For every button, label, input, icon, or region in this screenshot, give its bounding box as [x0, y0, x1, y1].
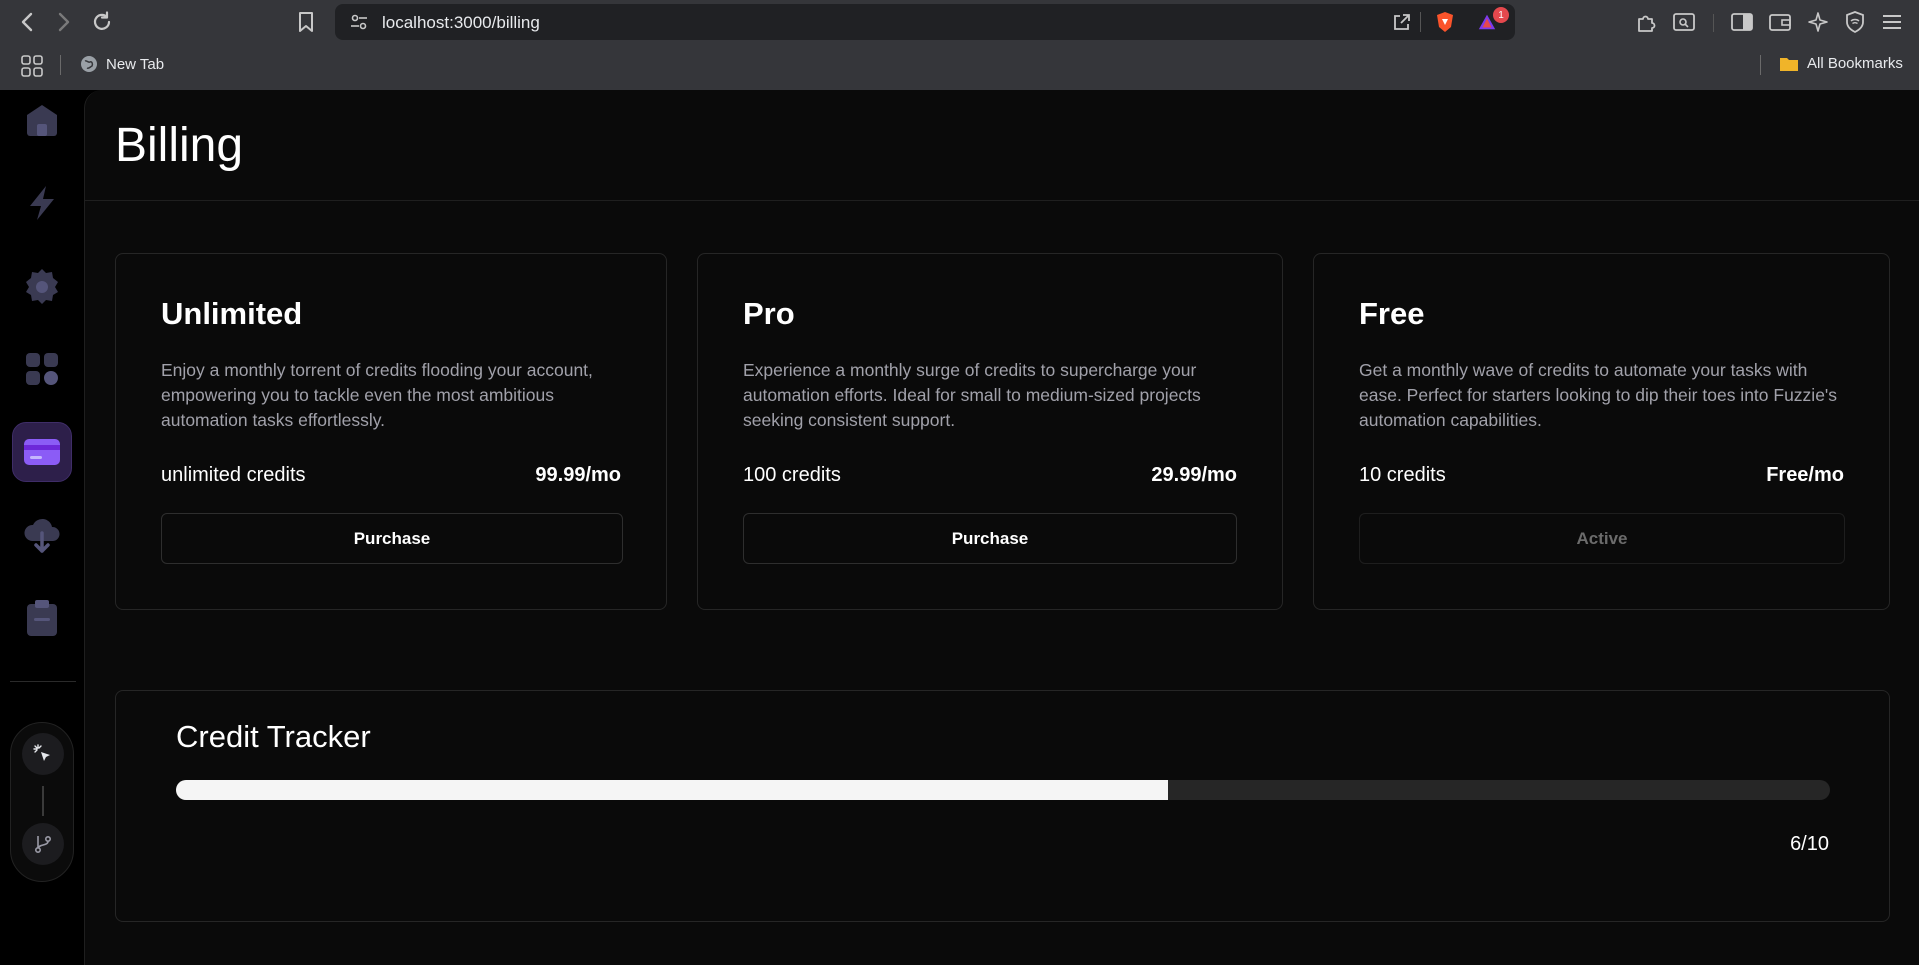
folder-icon: [1780, 57, 1798, 71]
sidebar-divider: [10, 681, 76, 682]
gear-icon: [26, 269, 58, 304]
bookmark-icon[interactable]: [294, 10, 318, 34]
plan-title: Unlimited: [161, 296, 303, 331]
sidebar-item-connections[interactable]: [12, 339, 72, 399]
bookmark-new-tab-label: New Tab: [106, 55, 165, 73]
plan-description: Experience a monthly surge of credits to…: [743, 360, 1201, 430]
sidebar: [0, 90, 84, 882]
credit-progress-bar: [176, 780, 1830, 800]
sidebar-toggle-icon[interactable]: [1730, 10, 1754, 34]
plan-description: Enjoy a monthly torrent of credits flood…: [161, 360, 593, 430]
plan-card-unlimited: Unlimited Enjoy a monthly torrent of cre…: [115, 253, 667, 610]
plan-title: Pro: [743, 296, 795, 331]
plan-credits: unlimited credits: [161, 464, 306, 486]
plan-title: Free: [1359, 296, 1425, 331]
credit-card-icon: [24, 439, 60, 465]
git-branch-icon: [34, 835, 52, 854]
bookmarks-divider: [60, 55, 61, 75]
cloud-download-icon: [24, 518, 60, 553]
lightning-icon: [30, 186, 54, 220]
search-tab-icon[interactable]: [1672, 10, 1696, 34]
browser-chrome: localhost:3000/billing 1 New Tab All Boo…: [0, 0, 1919, 90]
bookmarks-bar: New Tab All Bookmarks: [0, 48, 1919, 84]
browser-toolbar: localhost:3000/billing 1: [0, 0, 1919, 44]
bookmark-all-bookmarks[interactable]: All Bookmarks: [1779, 55, 1903, 72]
tracker-title: Credit Tracker: [176, 719, 371, 754]
purchase-pro-button[interactable]: Purchase: [743, 513, 1237, 564]
plan-credits: 10 credits: [1359, 464, 1446, 486]
plan-price: 29.99/mo: [1151, 464, 1237, 486]
omnibox-divider: [1420, 12, 1421, 32]
purchase-unlimited-button[interactable]: Purchase: [161, 513, 623, 564]
forward-icon[interactable]: [52, 10, 76, 34]
back-icon[interactable]: [15, 10, 39, 34]
plan-description: Get a monthly wave of credits to automat…: [1359, 360, 1838, 430]
sidebar-tools-pill: [10, 722, 74, 882]
plan-price: 99.99/mo: [535, 464, 621, 486]
active-plan-button: Active: [1359, 513, 1845, 564]
plan-price: Free/mo: [1766, 464, 1844, 486]
credit-progress-fill: [176, 780, 1169, 800]
rewards-badge: 1: [1493, 7, 1509, 23]
menu-icon[interactable]: [1880, 10, 1904, 34]
sidebar-item-billing[interactable]: [12, 422, 72, 482]
bookmark-new-tab[interactable]: New Tab: [80, 55, 164, 73]
toolbar-divider: [1713, 14, 1714, 32]
extensions-icon[interactable]: [1634, 10, 1658, 34]
vpn-icon[interactable]: [1843, 10, 1867, 34]
plan-card-free: Free Get a monthly wave of credits to au…: [1313, 253, 1890, 610]
credit-tracker: Credit Tracker 6/10: [115, 690, 1890, 922]
sidebar-item-settings[interactable]: [12, 256, 72, 316]
sidebar-item-workflows[interactable]: [12, 173, 72, 233]
credit-count: 6/10: [1790, 833, 1829, 855]
plan-card-pro: Pro Experience a monthly surge of credit…: [697, 253, 1283, 610]
sidebar-item-downloads[interactable]: [12, 505, 72, 565]
connections-icon: [26, 353, 58, 385]
git-branch-button[interactable]: [22, 823, 64, 865]
apps-grid-icon[interactable]: [20, 54, 44, 78]
plan-credits: 100 credits: [743, 464, 841, 486]
pill-connector: [42, 786, 44, 816]
url-text[interactable]: localhost:3000/billing: [382, 13, 540, 33]
brave-shields-icon[interactable]: [1435, 12, 1455, 32]
cursor-sparkle-icon: [33, 744, 50, 761]
share-icon[interactable]: [1392, 12, 1412, 32]
site-settings-icon[interactable]: [349, 12, 369, 32]
title-divider: [85, 200, 1919, 201]
clipboard-icon: [27, 600, 57, 636]
wallet-icon[interactable]: [1768, 10, 1792, 34]
main-content: Billing Unlimited Enjoy a monthly torren…: [84, 90, 1919, 965]
all-bookmarks-label: All Bookmarks: [1807, 55, 1903, 72]
home-icon: [27, 105, 57, 136]
leo-ai-icon[interactable]: [1806, 10, 1830, 34]
sidebar-item-logs[interactable]: [12, 588, 72, 648]
app-root: Billing Unlimited Enjoy a monthly torren…: [0, 90, 1919, 965]
automation-button[interactable]: [22, 733, 64, 775]
globe-icon: [81, 56, 97, 72]
address-bar[interactable]: localhost:3000/billing 1: [335, 4, 1515, 40]
bookmarks-divider-right: [1760, 55, 1761, 75]
sidebar-item-home[interactable]: [12, 90, 72, 150]
reload-icon[interactable]: [90, 10, 114, 34]
page-title: Billing: [115, 119, 244, 172]
